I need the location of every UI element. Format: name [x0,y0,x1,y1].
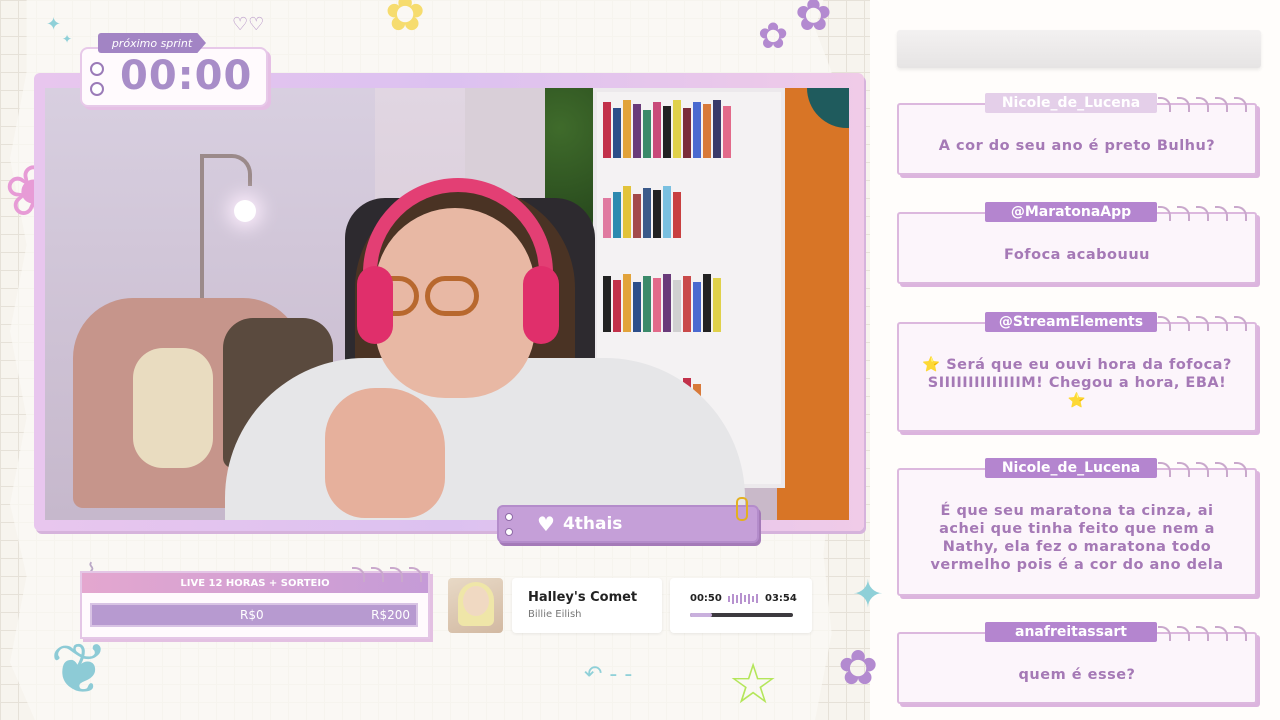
chat-text: quem é esse? [1018,667,1136,683]
song-elapsed: 00:50 [690,593,722,604]
chat-username: Nicole_de_Lucena [985,93,1157,113]
chat-text: Fofoca acabouuu [1004,247,1150,263]
chat-username: Nicole_de_Lucena [985,458,1157,478]
album-cover [448,578,503,633]
goal-progress-bar: R$0 R$200 [90,603,418,627]
flower-icon: ✿ [758,16,789,57]
chat-message: Nicole_de_Lucena É que seu maratona ta c… [897,458,1257,596]
sparkle-icon: ✦ [62,32,73,46]
arrow-icon: ↶ - - [584,662,633,687]
song-progress-fill [690,613,713,617]
goal-current: R$0 [240,608,264,622]
donation-goal: LIVE 12 HORAS + SORTEIO R$0 R$200 [80,567,430,639]
chat-message: @MaratonaApp Fofoca acabouuu [897,202,1257,284]
paperclip-icon [736,497,748,521]
sprint-timer: 00:00 [80,47,268,107]
sparkle-icon: ✦ [852,572,884,616]
chat-text: ⭐ Será que eu ouvi hora da fofoca? SIIII… [922,357,1232,409]
song-progress: 00:50 03:54 [670,578,812,633]
heart-icon: ♥ [537,512,555,536]
webcam-video [45,88,849,520]
flower-icon: ✿ [795,0,832,41]
chat-message: anafreitassart quem é esse? [897,622,1257,704]
goal-target: R$200 [371,608,410,622]
chat-text: É que seu maratona ta cinza, ai achei qu… [930,503,1224,573]
star-icon: ☆ [728,652,779,717]
timer-label: próximo sprint [98,33,206,53]
song-title: Halley's Comet [528,590,638,605]
chat-top-bar [897,30,1261,68]
chat-username: anafreitassart [985,622,1157,642]
song-total: 03:54 [765,593,797,604]
chat-message: @StreamElements ⭐ Será que eu ouvi hora … [897,312,1257,432]
chat-text: A cor do seu ano é preto Bulhu? [938,138,1216,154]
waveform-icon [728,593,758,604]
chat-username: @MaratonaApp [985,202,1157,222]
chat-username: @StreamElements [985,312,1157,332]
leaf-icon: ❦ [50,628,109,710]
song-artist: Billie Eilish [528,609,582,620]
streamer-name: 4thais [562,514,623,534]
chat-message: Nicole_de_Lucena A cor do seu ano é pret… [897,93,1257,175]
lamp-bulb [234,200,256,222]
now-playing: Halley's Comet Billie Eilish [512,578,662,633]
timer-value: 00:00 [120,53,253,99]
binder-rings [90,62,104,102]
flower-icon: ✿ [838,640,879,696]
streamer-name-tag: ♥ 4thais [497,505,759,543]
sparkle-icon: ✦ [46,14,62,35]
song-progress-track [690,613,793,617]
heart-icon: ♡♡ [232,14,265,35]
flower-icon: ✿ [385,0,426,42]
